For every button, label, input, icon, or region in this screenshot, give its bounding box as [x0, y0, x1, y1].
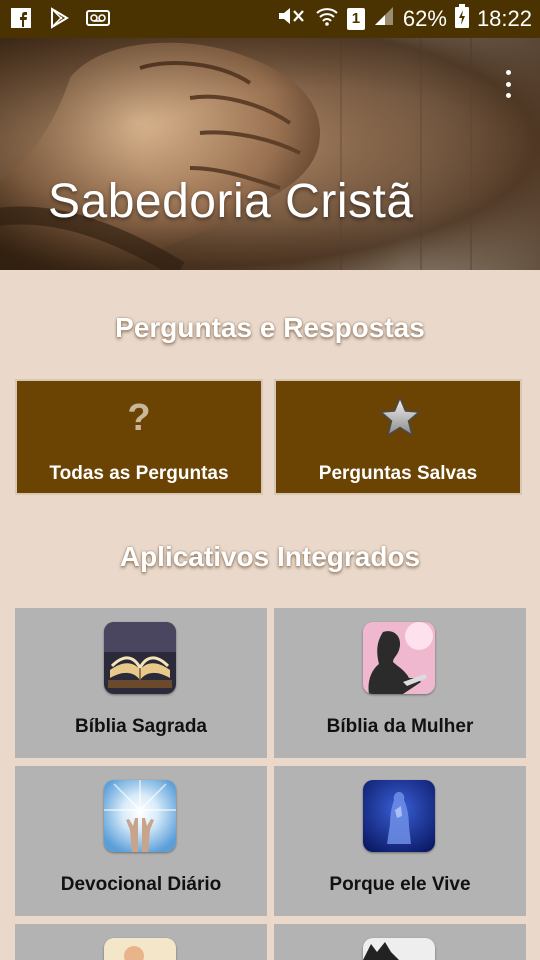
battery-icon — [454, 4, 469, 34]
facebook-icon — [10, 7, 34, 31]
header-banner: Sabedoria Cristã — [0, 38, 540, 270]
open-book-icon — [104, 622, 176, 694]
app-icon-partial — [104, 938, 176, 960]
overflow-menu-icon[interactable] — [500, 70, 516, 98]
app-label: Devocional Diário — [60, 874, 222, 895]
app-label: Porque ele Vive — [329, 874, 471, 895]
section-title-qa: Perguntas e Respostas — [115, 312, 425, 343]
app-icon-partial — [363, 938, 435, 960]
section-title-apps: Aplicativos Integrados — [119, 541, 421, 572]
signal-icon — [373, 5, 395, 33]
woman-reading-icon — [363, 622, 435, 694]
mute-icon — [277, 5, 307, 33]
question-mark-icon: ? — [127, 397, 151, 439]
app-tile-porque-ele-vive[interactable]: Porque ele Vive — [274, 766, 526, 916]
saved-questions-button[interactable]: Perguntas Salvas — [274, 379, 522, 495]
app-title: Sabedoria Cristã — [48, 175, 414, 228]
app-tile-partial[interactable] — [274, 924, 526, 960]
all-questions-label: Todas as Perguntas — [49, 463, 229, 484]
app-tile-devocional-diario[interactable]: Devocional Diário — [15, 766, 267, 916]
raised-hands-icon — [104, 780, 176, 852]
all-questions-button[interactable]: ? Todas as Perguntas — [15, 379, 263, 495]
play-store-icon — [48, 7, 72, 31]
battery-percentage: 62% — [402, 6, 447, 31]
star-icon — [378, 395, 422, 444]
praying-figure-icon — [363, 780, 435, 852]
sim-icon: 1 — [346, 8, 365, 30]
app-tile-biblia-da-mulher[interactable]: Bíblia da Mulher — [274, 608, 526, 758]
voicemail-icon — [86, 7, 110, 31]
wifi-icon — [315, 5, 339, 33]
app-tile-partial[interactable] — [15, 924, 267, 960]
clock: 18:22 — [476, 6, 532, 31]
status-bar: 1 62% 18:22 — [0, 0, 540, 38]
saved-questions-label: Perguntas Salvas — [318, 463, 478, 484]
app-tile-biblia-sagrada[interactable]: Bíblia Sagrada — [15, 608, 267, 758]
app-label: Bíblia da Mulher — [326, 716, 474, 737]
app-label: Bíblia Sagrada — [75, 716, 207, 737]
